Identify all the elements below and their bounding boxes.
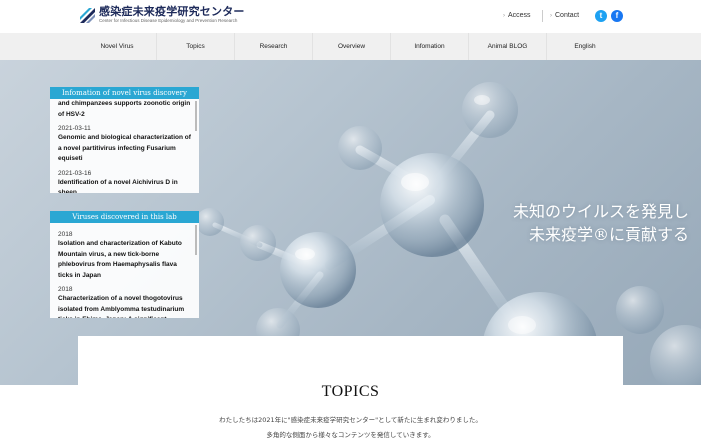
catch-line-2: 未来疫学®に貢献する [528,225,689,244]
discovery-title[interactable]: Characterization of a novel thogotovirus… [50,294,199,318]
nav-item-english[interactable]: English [546,33,623,60]
news-item-date: 2021-03-16 [58,169,92,177]
intro-text-line-1: わたしたちは2021年に"感染症未来疫学研究センター"として新たに生まれ変わりま… [219,416,482,424]
scrollbar[interactable] [195,101,197,131]
novel-virus-news-panel: Infomation of novel virus discovery and … [50,87,199,193]
scrollbar[interactable] [195,225,197,255]
chevron-right-icon: › [503,13,505,19]
contact-link[interactable]: › Contact [550,12,579,19]
main-nav: Novel Virus Topics Research Overview Inf… [0,33,701,60]
access-link[interactable]: › Access [503,12,531,19]
discovered-scroll-area[interactable]: 2018 Isolation and characterization of K… [50,223,199,318]
site-logo[interactable]: 感染症未来疫学研究センター Center for Infectious Dise… [80,6,245,24]
news-item-title[interactable]: and chimpanzees supports zoonotic origin… [50,99,199,120]
logo-title: 感染症未来疫学研究センター [99,5,245,18]
intro-text-line-2: 多角的な側面から様々なコンテンツを発信していきます。 [266,431,435,439]
header-divider [542,10,543,22]
nav-item-novel-virus[interactable]: Novel Virus [78,33,156,60]
nav-item-infomation[interactable]: Infomation [390,33,468,60]
nav-item-topics[interactable]: Topics [156,33,234,60]
nav-item-animal-blog[interactable]: Animal BLOG [468,33,546,60]
discovered-virus-panel: Viruses discovered in this lab 2018 Isol… [50,211,199,318]
topics-section: TOPICS わたしたちは2021年に"感染症未来疫学研究センター"として新たに… [78,336,623,445]
twitter-icon[interactable]: t [595,10,607,22]
topics-heading: TOPICS [321,383,380,400]
panel-title: Viruses discovered in this lab [50,211,199,223]
nav-item-research[interactable]: Research [234,33,312,60]
panel-title: Infomation of novel virus discovery [50,87,199,99]
facebook-icon[interactable]: f [611,10,623,22]
hero-catchphrase: 未知のウイルスを発見し 未来疫学®に貢献する [513,200,689,246]
news-item-title[interactable]: Genomic and biological characterization … [50,133,199,165]
chevron-right-icon: › [550,13,552,19]
logo-subtitle: Center for Infectious Disease Epidemiolo… [99,18,238,23]
nav-item-overview[interactable]: Overview [312,33,390,60]
news-item-date: 2021-03-11 [58,125,91,132]
discovery-title[interactable]: Isolation and characterization of Kabuto… [50,239,199,281]
news-scroll-area[interactable]: and chimpanzees supports zoonotic origin… [50,99,199,193]
discovery-year: 2018 [58,231,73,238]
site-header: 感染症未来疫学研究センター Center for Infectious Dise… [0,0,701,33]
catch-line-1: 未知のウイルスを発見し [512,202,689,221]
news-item-title[interactable]: Identification of a novel Aichivirus D i… [50,178,199,194]
logo-mark-icon [80,7,95,23]
discovery-year: 2018 [58,286,73,293]
